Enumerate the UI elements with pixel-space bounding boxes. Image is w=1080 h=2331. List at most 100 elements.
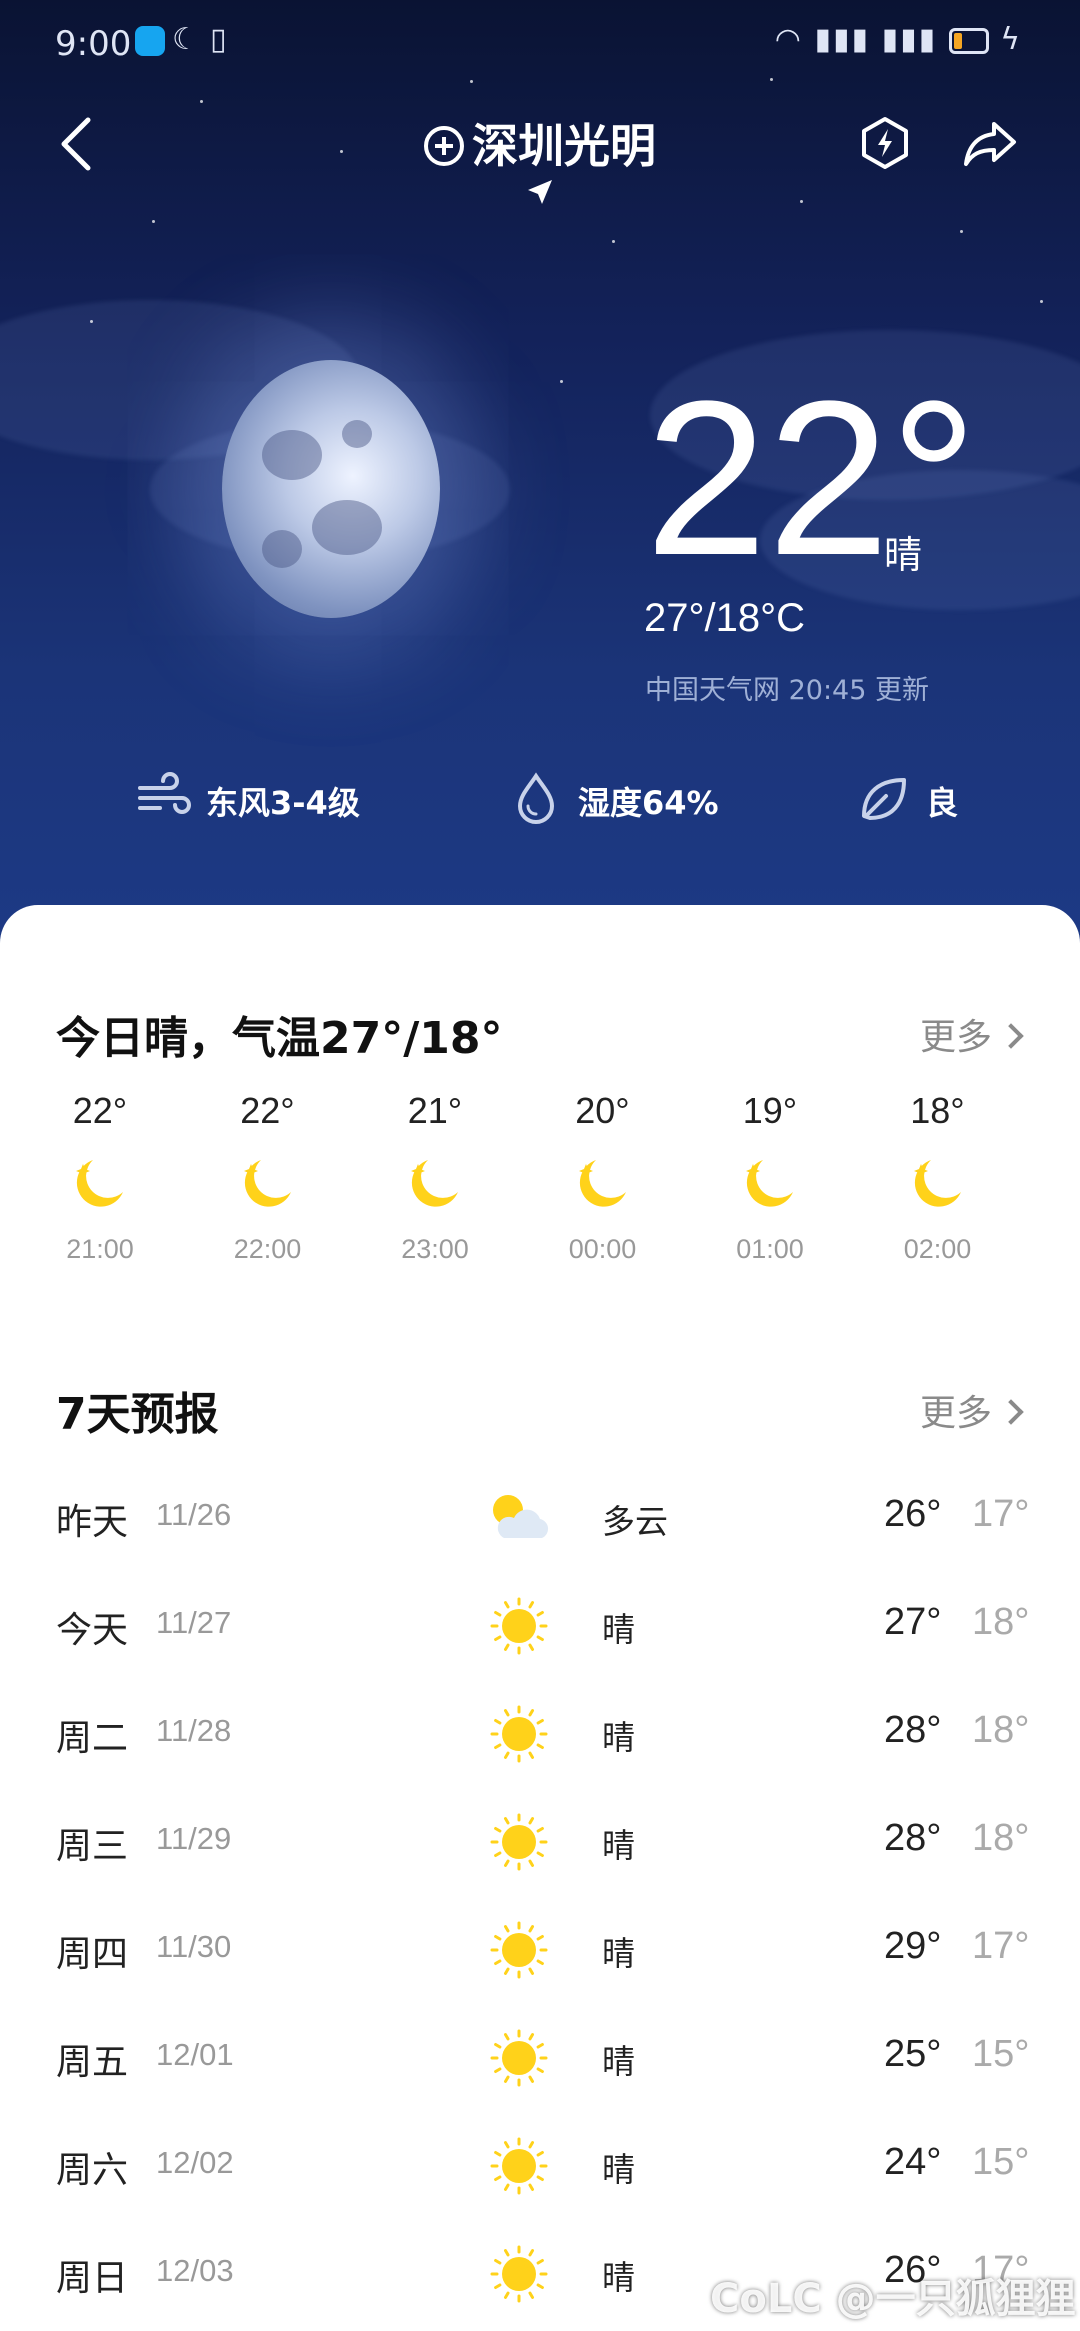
moon-icon — [406, 1154, 464, 1212]
star-decoration — [612, 240, 615, 243]
day-condition: 晴 — [602, 2150, 635, 2189]
battery-icon — [948, 27, 989, 54]
day-name: 今天 — [56, 1610, 129, 1651]
day-date: 11/28 — [156, 1713, 232, 1748]
forecast-day-row[interactable]: 周二 11/28 晴 28° 18° — [0, 1699, 1080, 1769]
day-high: 28° — [884, 1709, 942, 1751]
day-date: 11/29 — [156, 1821, 232, 1856]
weather-alert-icon[interactable] — [860, 116, 910, 170]
moon-icon — [239, 1154, 297, 1212]
hourly-forecast: 22° 21:00 22° 22:00 21° 23:00 20° 00:00 19° 01:00… — [40, 1090, 1040, 1290]
hourly-time: 00:00 — [568, 1234, 637, 1264]
more-label: 更多 — [919, 1393, 992, 1434]
wind-stat: 东风3-4级 — [136, 770, 396, 826]
forecast-title: 7天预报 — [56, 1389, 219, 1440]
day-name: 周三 — [56, 1826, 129, 1867]
day-condition: 晴 — [602, 1934, 635, 1973]
hourly-temp: 22° — [72, 1090, 128, 1131]
star-decoration — [200, 100, 203, 103]
location-arrow-icon — [528, 180, 552, 204]
day-name: 周六 — [56, 2150, 129, 2191]
day-date: 12/03 — [156, 2253, 234, 2288]
hourly-time: 21:00 — [66, 1234, 134, 1264]
air-quality-stat: 良 — [856, 770, 996, 826]
wind-label: 东风3-4级 — [206, 784, 360, 822]
forecast-day-row[interactable]: 周四 11/30 晴 29° 17° — [0, 1915, 1080, 1985]
forecast-more-link[interactable]: 更多 — [919, 1384, 1024, 1436]
watermark-text: CoLC @一只狐狸狸 — [710, 2276, 1076, 2322]
day-high: 27° — [884, 1601, 942, 1643]
status-bar: 9:00 ☾ ▯ ◠ ▮▮▮ ▮▮▮ ϟ — [0, 0, 1080, 86]
today-more-link[interactable]: 更多 — [919, 1008, 1024, 1060]
forecast-day-row[interactable]: 周六 12/02 晴 24° 15° — [0, 2131, 1080, 2201]
day-date: 11/30 — [156, 1929, 232, 1964]
add-location-icon[interactable] — [424, 125, 464, 166]
charging-icon: ϟ — [1000, 22, 1022, 57]
hourly-temp: 21° — [407, 1090, 463, 1131]
do-not-disturb-icon: ☾ — [172, 22, 199, 57]
hourly-time: 02:00 — [903, 1234, 972, 1264]
city-name: 深圳光明 — [472, 119, 656, 173]
share-icon[interactable] — [962, 118, 1018, 168]
star-decoration — [90, 320, 93, 323]
star-decoration — [1040, 300, 1043, 303]
weather-header-background: 9:00 ☾ ▯ ◠ ▮▮▮ ▮▮▮ ϟ 深圳光明 22° 晴 27°/18°C… — [0, 0, 1080, 960]
wind-icon — [138, 772, 191, 814]
day-low: 18° — [972, 1709, 1030, 1751]
hourly-time: 23:00 — [401, 1234, 469, 1264]
sun-icon — [486, 1704, 552, 1764]
day-low: 15° — [972, 2141, 1030, 2183]
hourly-time: 22:00 — [233, 1234, 302, 1264]
today-title: 今日晴，气温27°/18° — [56, 1013, 503, 1064]
sun-icon — [486, 2244, 552, 2304]
current-condition: 晴 — [884, 533, 923, 577]
day-condition: 晴 — [602, 2258, 635, 2297]
day-low: 18° — [972, 1601, 1030, 1643]
city-title[interactable]: 深圳光明 — [0, 110, 1080, 176]
day-date: 12/01 — [156, 2037, 234, 2072]
forecast-day-row[interactable]: 昨天 11/26 多云 26° 17° — [0, 1483, 1080, 1553]
wifi-icon: ◠ — [774, 22, 803, 57]
more-label: 更多 — [919, 1017, 992, 1058]
day-high: 25° — [884, 2033, 942, 2075]
day-date: 11/26 — [156, 1497, 232, 1532]
day-high: 29° — [884, 1925, 942, 1967]
current-range: 27°/18°C — [644, 596, 805, 640]
chevron-right-icon — [998, 1399, 1024, 1425]
day-name: 周五 — [56, 2042, 129, 2083]
hourly-item: 22° 21:00 — [40, 1090, 160, 1265]
vibrate-icon: ▯ — [210, 22, 227, 57]
hourly-item: 18° 02:00 — [878, 1090, 998, 1265]
day-name: 周四 — [56, 1934, 129, 1975]
status-time: 9:00 — [55, 24, 132, 64]
day-date: 11/27 — [156, 1605, 232, 1640]
forecast-day-row[interactable]: 周五 12/01 晴 25° 15° — [0, 2023, 1080, 2093]
star-decoration — [960, 230, 963, 233]
chevron-right-icon — [998, 1023, 1024, 1049]
day-high: 26° — [884, 1493, 942, 1535]
app-notification-icon — [135, 26, 165, 56]
sun-icon — [486, 2028, 552, 2088]
day-condition: 晴 — [602, 2042, 635, 2081]
hourly-temp: 18° — [910, 1090, 965, 1131]
day-condition: 晴 — [602, 1610, 635, 1649]
hourly-temp: 22° — [240, 1090, 295, 1131]
moon-icon — [741, 1154, 799, 1212]
forecast-day-row[interactable]: 今天 11/27 晴 27° 18° — [0, 1591, 1080, 1661]
day-condition: 晴 — [602, 1718, 635, 1757]
hourly-time: 01:00 — [736, 1234, 804, 1264]
star-decoration — [560, 380, 563, 383]
status-right-icons: ◠ ▮▮▮ ▮▮▮ ϟ — [775, 22, 1022, 57]
forecast-day-row[interactable]: 周三 11/29 晴 28° 18° — [0, 1807, 1080, 1877]
update-source: 中国天气网 20:45 更新 — [645, 675, 929, 706]
day-date: 12/02 — [156, 2145, 234, 2180]
hourly-item: 20° 00:00 — [543, 1090, 663, 1265]
day-name: 周日 — [56, 2258, 129, 2299]
hourly-temp: 20° — [575, 1090, 630, 1131]
air-quality-label: 良 — [926, 784, 959, 822]
moon-illustration — [222, 360, 440, 618]
sun-icon — [486, 1812, 552, 1872]
day-low: 17° — [972, 1925, 1030, 1967]
humidity-stat: 湿度64% — [508, 770, 748, 826]
sun-icon — [486, 1596, 552, 1656]
